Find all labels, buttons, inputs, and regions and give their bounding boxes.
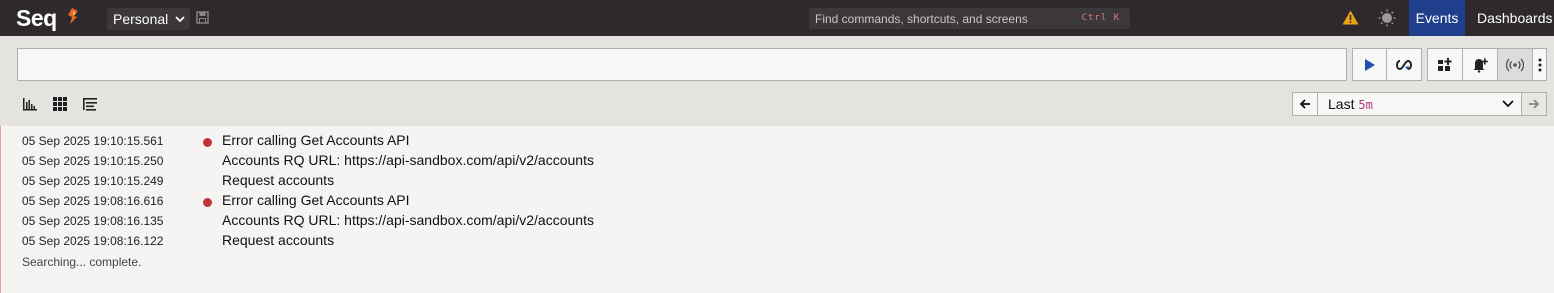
seq-logo-flame-icon — [68, 8, 78, 24]
list-view-icon[interactable] — [82, 96, 98, 112]
event-message: Error calling Get Accounts API — [222, 192, 410, 208]
event-message: Request accounts — [222, 232, 335, 248]
time-range-next-button[interactable] — [1521, 93, 1546, 115]
event-timestamp: 05 Sep 2025 19:08:16.122 — [22, 234, 164, 248]
command-palette-placeholder: Find commands, shortcuts, and screens — [815, 12, 1028, 26]
event-message: Error calling Get Accounts API — [222, 132, 410, 148]
chevron-down-icon — [175, 16, 185, 23]
event-timestamp: 05 Sep 2025 19:10:15.249 — [22, 174, 164, 188]
event-row[interactable]: 05 Sep 2025 19:10:15.249 Request account… — [0, 171, 1554, 191]
time-range-value: 5m — [1358, 98, 1373, 112]
time-range-label: Last — [1328, 96, 1355, 112]
search-band: Last 5m — [0, 36, 1554, 126]
event-row[interactable]: 05 Sep 2025 19:08:16.122 Request account… — [0, 231, 1554, 251]
error-level-icon — [203, 138, 212, 147]
time-range-select[interactable]: Last 5m — [1318, 93, 1522, 115]
time-range-picker: Last 5m — [1292, 92, 1547, 116]
more-options-button[interactable] — [1532, 48, 1547, 81]
error-level-icon — [203, 198, 212, 207]
chevron-down-icon — [1502, 100, 1514, 108]
command-shortcut: Ctrl K — [1081, 13, 1120, 23]
time-range-previous-button[interactable] — [1293, 93, 1318, 115]
command-palette[interactable]: Find commands, shortcuts, and screens Ct… — [809, 8, 1130, 29]
event-timestamp: 05 Sep 2025 19:08:16.135 — [22, 214, 164, 228]
add-signal-button[interactable] — [1427, 48, 1463, 81]
event-message: Request accounts — [222, 172, 335, 188]
refresh-loop-icon — [1396, 59, 1412, 70]
search-status: Searching... complete. — [22, 255, 142, 269]
refresh-button[interactable] — [1386, 48, 1422, 81]
histogram-view-icon[interactable] — [22, 96, 38, 112]
add-alert-button[interactable] — [1462, 48, 1498, 81]
nav-dashboards[interactable]: Dashboards — [1471, 0, 1554, 36]
nav-events[interactable]: Events — [1409, 0, 1465, 36]
arrow-right-icon — [1529, 99, 1540, 109]
top-bar: Seq Personal Find commands, shortcuts, a… — [0, 0, 1554, 36]
event-message: Accounts RQ URL: https://api-sandbox.com… — [222, 152, 594, 168]
bell-plus-icon — [1473, 58, 1488, 72]
event-timestamp: 05 Sep 2025 19:10:15.561 — [22, 134, 164, 148]
search-query-input[interactable] — [17, 48, 1347, 81]
event-row[interactable]: 05 Sep 2025 19:08:16.616 Error calling G… — [0, 191, 1554, 211]
event-timestamp: 05 Sep 2025 19:10:15.250 — [22, 154, 164, 168]
event-timestamp: 05 Sep 2025 19:08:16.616 — [22, 194, 164, 208]
event-message: Accounts RQ URL: https://api-sandbox.com… — [222, 212, 594, 228]
save-icon[interactable] — [196, 11, 209, 24]
add-signal-icon — [1438, 57, 1452, 71]
event-row[interactable]: 05 Sep 2025 19:10:15.561 Error calling G… — [0, 131, 1554, 151]
run-search-button[interactable] — [1352, 48, 1387, 81]
events-list: 05 Sep 2025 19:10:15.561 Error calling G… — [0, 131, 1554, 251]
arrow-left-icon — [1299, 99, 1310, 109]
event-row[interactable]: 05 Sep 2025 19:10:15.250 Accounts RQ URL… — [0, 151, 1554, 171]
workspace-selector[interactable]: Personal — [107, 8, 190, 30]
seq-logo[interactable]: Seq — [16, 5, 57, 32]
play-icon — [1364, 58, 1375, 71]
theme-toggle-icon[interactable] — [1378, 9, 1396, 27]
broadcast-icon — [1506, 58, 1524, 71]
grid-view-icon[interactable] — [52, 96, 68, 112]
workspace-label: Personal — [113, 11, 169, 27]
vertical-ellipsis-icon — [1538, 58, 1541, 71]
warning-icon[interactable] — [1342, 10, 1359, 25]
event-row[interactable]: 05 Sep 2025 19:08:16.135 Accounts RQ URL… — [0, 211, 1554, 231]
tail-events-button[interactable] — [1497, 48, 1533, 81]
